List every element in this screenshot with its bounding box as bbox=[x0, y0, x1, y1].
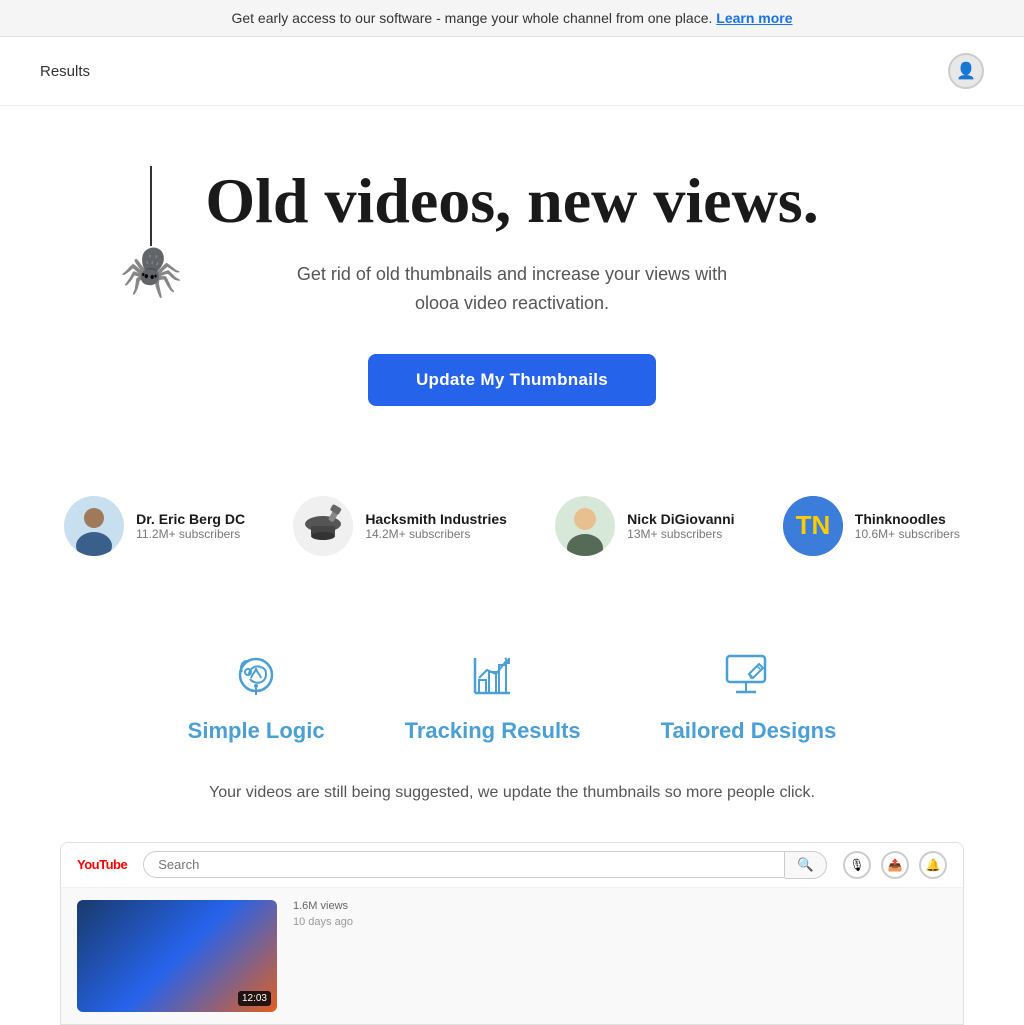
announcement-banner: Get early access to our software - mange… bbox=[0, 0, 1024, 37]
hero-section: 🕷️ Old videos, new views. Get rid of old… bbox=[0, 106, 1024, 446]
chart-icon bbox=[463, 646, 523, 706]
channel-avatar-eric bbox=[64, 496, 124, 556]
channel-info-thinknoodles: Thinknoodles 10.6M+ subscribers bbox=[855, 511, 960, 541]
feature-tailored-designs: Tailored Designs bbox=[661, 646, 837, 744]
youtube-bell-icon[interactable]: 🔔 bbox=[919, 851, 947, 879]
avatar-icon: 👤 bbox=[956, 61, 976, 81]
channel-info-eric: Dr. Eric Berg DC 11.2M+ subscribers bbox=[136, 511, 245, 541]
channel-subs-hacksmith: 14.2M+ subscribers bbox=[365, 527, 507, 541]
youtube-mic-icon[interactable]: 🎙 bbox=[843, 851, 871, 879]
brain-icon bbox=[226, 646, 286, 706]
channel-subs-eric: 11.2M+ subscribers bbox=[136, 527, 245, 541]
channel-info-nick: Nick DiGiovanni 13M+ subscribers bbox=[627, 511, 734, 541]
youtube-views: 1.6M views bbox=[293, 900, 947, 912]
banner-text: Get early access to our software - mange… bbox=[231, 10, 712, 26]
youtube-video-info: 1.6M views 10 days ago bbox=[293, 900, 947, 1012]
channel-item: Dr. Eric Berg DC 11.2M+ subscribers bbox=[64, 496, 245, 556]
learn-more-link[interactable]: Learn more bbox=[716, 10, 792, 26]
youtube-mockup: YouTube 🔍 🎙 📤 🔔 12:03 1.6M views 10 days… bbox=[60, 842, 964, 1025]
channel-item-hacksmith: Hacksmith Industries 14.2M+ subscribers bbox=[293, 496, 507, 556]
channel-avatar-hacksmith bbox=[293, 496, 353, 556]
channel-name-thinknoodles: Thinknoodles bbox=[855, 511, 960, 527]
channel-avatar-nick bbox=[555, 496, 615, 556]
youtube-date: 10 days ago bbox=[293, 916, 947, 928]
channel-name-eric: Dr. Eric Berg DC bbox=[136, 511, 245, 527]
channel-subs-nick: 13M+ subscribers bbox=[627, 527, 734, 541]
channel-avatar-thinknoodles: TN bbox=[783, 496, 843, 556]
hero-subtitle-line2: olooa video reactivation. bbox=[415, 293, 609, 313]
spider-thread bbox=[150, 166, 152, 246]
channels-strip: Dr. Eric Berg DC 11.2M+ subscribers Hack… bbox=[0, 466, 1024, 586]
nick-avatar-svg bbox=[555, 496, 615, 556]
hero-subtitle-line1: Get rid of old thumbnails and increase y… bbox=[297, 264, 727, 284]
think-avatar-svg: TN bbox=[783, 496, 843, 556]
channel-item-nick: Nick DiGiovanni 13M+ subscribers bbox=[555, 496, 734, 556]
monitor-pencil-icon bbox=[718, 646, 778, 706]
feature-simple-logic-title: Simple Logic bbox=[188, 718, 325, 744]
navbar: Results 👤 bbox=[0, 37, 1024, 106]
user-avatar[interactable]: 👤 bbox=[948, 53, 984, 89]
svg-text:TN: TN bbox=[795, 510, 830, 540]
youtube-topbar: YouTube 🔍 🎙 📤 🔔 bbox=[61, 843, 963, 888]
youtube-duration: 12:03 bbox=[238, 991, 271, 1006]
youtube-upload-icon[interactable]: 📤 bbox=[881, 851, 909, 879]
channel-name-nick: Nick DiGiovanni bbox=[627, 511, 734, 527]
eric-avatar-svg bbox=[64, 496, 124, 556]
youtube-search: 🔍 bbox=[143, 851, 827, 879]
cta-button[interactable]: Update My Thumbnails bbox=[368, 354, 656, 406]
youtube-content: 12:03 1.6M views 10 days ago bbox=[61, 888, 963, 1024]
feature-tracking-results: Tracking Results bbox=[405, 646, 581, 744]
channel-item-thinknoodles: TN Thinknoodles 10.6M+ subscribers bbox=[783, 496, 960, 556]
feature-tracking-results-title: Tracking Results bbox=[405, 718, 581, 744]
channel-subs-thinknoodles: 10.6M+ subscribers bbox=[855, 527, 960, 541]
spider-decoration: 🕷️ bbox=[120, 166, 182, 296]
youtube-thumbnail[interactable]: 12:03 bbox=[77, 900, 277, 1012]
youtube-logo: YouTube bbox=[77, 857, 127, 872]
hero-subtitle: Get rid of old thumbnails and increase y… bbox=[262, 260, 762, 318]
channel-name-hacksmith: Hacksmith Industries bbox=[365, 511, 507, 527]
youtube-search-input[interactable] bbox=[143, 851, 785, 878]
description-text: Your videos are still being suggested, w… bbox=[0, 764, 1024, 822]
youtube-icons: 🎙 📤 🔔 bbox=[843, 851, 947, 879]
feature-tailored-designs-title: Tailored Designs bbox=[661, 718, 837, 744]
channel-info-hacksmith: Hacksmith Industries 14.2M+ subscribers bbox=[365, 511, 507, 541]
nav-results-link[interactable]: Results bbox=[40, 63, 90, 80]
youtube-search-button[interactable]: 🔍 bbox=[785, 851, 827, 879]
nav-results-label: Results bbox=[40, 63, 90, 80]
spider-icon: 🕷️ bbox=[120, 246, 182, 296]
features-section: Simple Logic Tracking Results bbox=[0, 606, 1024, 764]
hacksmith-avatar-svg bbox=[293, 496, 353, 556]
feature-simple-logic: Simple Logic bbox=[188, 646, 325, 744]
